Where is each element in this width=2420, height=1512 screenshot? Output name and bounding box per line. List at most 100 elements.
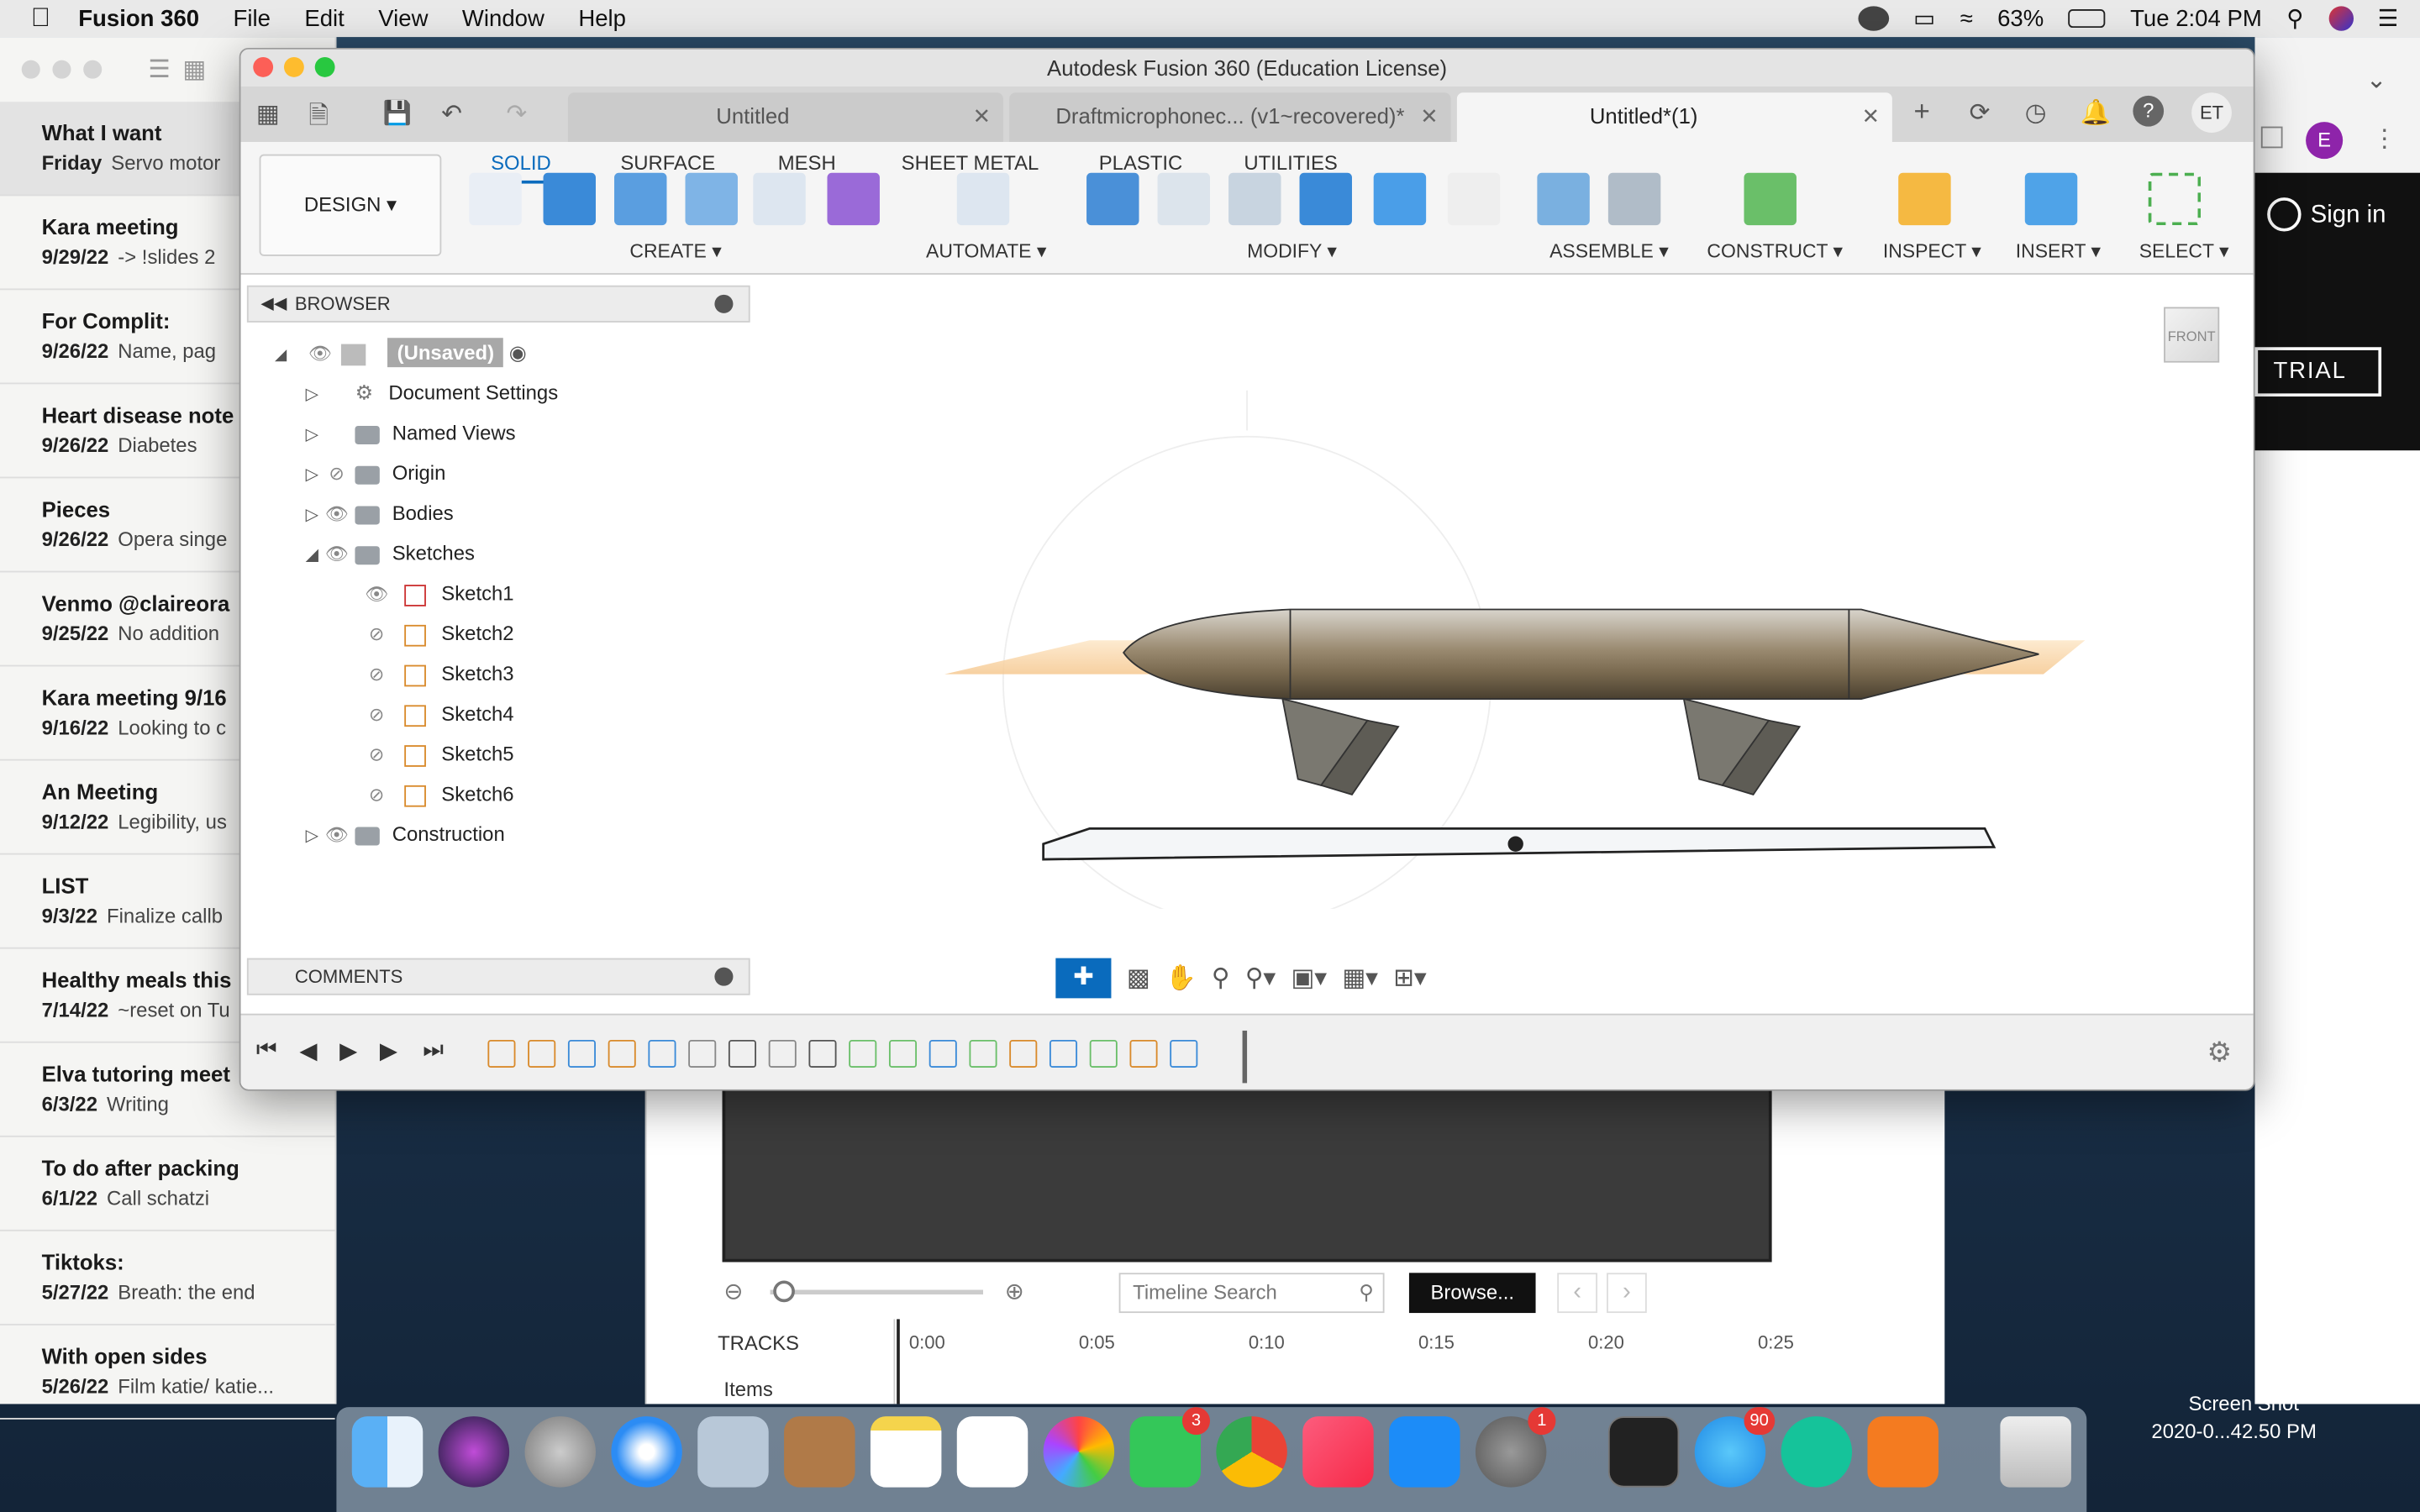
- zoom-button[interactable]: [83, 60, 103, 79]
- hidden-icon[interactable]: ⊘: [364, 736, 388, 773]
- control-list-icon[interactable]: ☰: [2378, 5, 2399, 32]
- grid-settings-icon[interactable]: ▦▾: [1342, 963, 1378, 994]
- app-menu[interactable]: Fusion 360: [78, 5, 199, 31]
- chevron-down-icon[interactable]: ⌄: [2366, 65, 2387, 96]
- pan-icon[interactable]: ✋: [1165, 963, 1197, 994]
- undo-icon[interactable]: ↶: [441, 99, 462, 130]
- hidden-icon[interactable]: ⊘: [364, 696, 388, 732]
- close-tab-icon[interactable]: ✕: [1862, 92, 1881, 139]
- ribbon-tab-sheet-metal[interactable]: SHEET METAL: [902, 151, 1039, 175]
- select-box-icon[interactable]: [2148, 172, 2202, 226]
- battery-icon[interactable]: [2068, 9, 2106, 29]
- ribbon-group-select[interactable]: SELECT ▾: [2139, 239, 2229, 263]
- browser-sketch-3[interactable]: ⊘ Sketch3: [364, 656, 514, 693]
- wifi-icon[interactable]: ≈: [1960, 5, 1973, 31]
- user-avatar[interactable]: E: [2306, 122, 2344, 160]
- minimize-button[interactable]: [283, 56, 304, 77]
- collapse-panel-icon[interactable]: ◀◀: [260, 287, 287, 321]
- expand-icon[interactable]: ▷: [306, 827, 319, 845]
- timeline-feature-icon[interactable]: [1170, 1039, 1198, 1068]
- visibility-icon[interactable]: 👁: [324, 535, 349, 572]
- press-pull-icon[interactable]: [1086, 172, 1139, 226]
- note-list-item[interactable]: With open sides 5/26/22 Film katie/ katie.…: [0, 1326, 335, 1420]
- clock[interactable]: Tue 2:04 PM: [2130, 5, 2262, 31]
- trial-button[interactable]: TRIAL: [2254, 347, 2382, 397]
- close-tab-icon[interactable]: ✕: [1420, 92, 1439, 139]
- pattern-icon[interactable]: [753, 172, 806, 226]
- timeline-feature-icon[interactable]: [969, 1039, 997, 1068]
- trash-icon[interactable]: [2000, 1416, 2071, 1488]
- insert-image-icon[interactable]: [2024, 172, 2078, 226]
- ribbon-group-modify[interactable]: MODIFY ▾: [1247, 239, 1337, 263]
- back-arrow-icon[interactable]: ‹: [1557, 1273, 1598, 1314]
- desktop-file-label-1[interactable]: Screen Shot: [2188, 1392, 2298, 1415]
- redo-icon[interactable]: ↷: [506, 99, 527, 130]
- zoom-button[interactable]: [314, 56, 335, 77]
- form-icon[interactable]: [827, 172, 880, 226]
- sweep-icon[interactable]: [685, 172, 738, 226]
- minimize-button[interactable]: [52, 60, 71, 79]
- visibility-icon[interactable]: 👁: [324, 496, 349, 533]
- doc-tab-untitled[interactable]: Untitled ✕: [567, 92, 1003, 142]
- browser-sketch-5[interactable]: ⊘ Sketch5: [364, 736, 514, 773]
- photos-icon[interactable]: [1043, 1416, 1115, 1488]
- hidden-icon[interactable]: ⊘: [364, 776, 388, 813]
- gallery-view-icon[interactable]: ▦: [182, 54, 206, 85]
- menu-edit[interactable]: Edit: [304, 5, 344, 31]
- display-settings-icon[interactable]: ▣▾: [1291, 963, 1327, 994]
- menu-view[interactable]: View: [378, 5, 428, 31]
- facetime-icon[interactable]: 3: [1129, 1407, 1211, 1488]
- create-sketch-icon[interactable]: [469, 172, 522, 226]
- siri-icon[interactable]: [438, 1416, 510, 1488]
- ribbon-group-assemble[interactable]: ASSEMBLE ▾: [1549, 239, 1669, 263]
- browser-sketch-6[interactable]: ⊘ Sketch6: [364, 776, 514, 813]
- music-icon[interactable]: [1302, 1416, 1374, 1488]
- menu-window[interactable]: Window: [462, 5, 544, 31]
- automate-icon[interactable]: [956, 172, 1010, 226]
- ribbon-tab-surface[interactable]: SURFACE: [620, 151, 715, 175]
- ribbon-group-create[interactable]: CREATE ▾: [629, 239, 721, 263]
- sidebar-icon[interactable]: [2260, 126, 2283, 149]
- stack-icon[interactable]: [1373, 172, 1427, 226]
- reminders-icon[interactable]: [956, 1416, 1028, 1488]
- desktop-file-label-2[interactable]: 2020-0...42.50 PM: [2151, 1420, 2316, 1443]
- go-to-start-icon[interactable]: ⏮: [256, 1037, 277, 1063]
- zoom-icon[interactable]: ⚲: [1212, 963, 1230, 994]
- timeline-feature-icon[interactable]: [929, 1039, 957, 1068]
- visibility-icon[interactable]: 👁: [308, 335, 332, 372]
- more-menu-icon[interactable]: ⋮: [2372, 123, 2396, 155]
- close-button[interactable]: [253, 56, 274, 77]
- activate-radio-icon[interactable]: ◉: [509, 341, 527, 365]
- minimize-panel-icon[interactable]: [714, 294, 734, 313]
- timeline-feature-icon[interactable]: [849, 1039, 877, 1068]
- add-comment-icon[interactable]: [714, 967, 734, 986]
- new-tab-icon[interactable]: +: [1914, 96, 1930, 129]
- help-icon[interactable]: ?: [2133, 95, 2165, 127]
- model-viewport[interactable]: [904, 323, 2170, 909]
- timeline-feature-icon[interactable]: [648, 1039, 676, 1068]
- timeline-feature-icon[interactable]: [528, 1039, 556, 1068]
- zoom-out-icon[interactable]: ⊖: [723, 1278, 743, 1305]
- notifications-icon[interactable]: 🔔: [2081, 97, 2112, 129]
- timeline-feature-icon[interactable]: [768, 1039, 797, 1068]
- expand-icon[interactable]: ▷: [306, 426, 319, 444]
- note-list-item[interactable]: Tiktoks: 5/27/22 Breath: the end: [0, 1231, 335, 1326]
- timeline-feature-icon[interactable]: [567, 1039, 596, 1068]
- airplay-icon[interactable]: ▭: [1913, 5, 1935, 32]
- browser-sketch-1[interactable]: 👁 Sketch1: [364, 575, 514, 612]
- preview-icon[interactable]: [697, 1416, 769, 1488]
- app-grid-icon[interactable]: ▦: [256, 99, 280, 130]
- view-cube[interactable]: FRONT: [2164, 307, 2220, 363]
- hidden-icon[interactable]: ⊘: [324, 455, 349, 492]
- timeline-marker[interactable]: [1242, 1030, 1248, 1084]
- menu-help[interactable]: Help: [578, 5, 626, 31]
- go-to-end-icon[interactable]: ⏭: [423, 1037, 444, 1063]
- expand-icon[interactable]: ◢: [306, 546, 319, 564]
- collapse-icon[interactable]: ◢: [275, 347, 287, 364]
- revolve-icon[interactable]: [614, 172, 667, 226]
- browse-button[interactable]: Browse...: [1408, 1273, 1536, 1314]
- list-view-icon[interactable]: ☰: [148, 54, 170, 85]
- ribbon-tab-solid[interactable]: SOLID: [491, 151, 551, 175]
- siri-icon[interactable]: [2328, 6, 2354, 31]
- messages-icon[interactable]: 90: [1694, 1407, 1776, 1488]
